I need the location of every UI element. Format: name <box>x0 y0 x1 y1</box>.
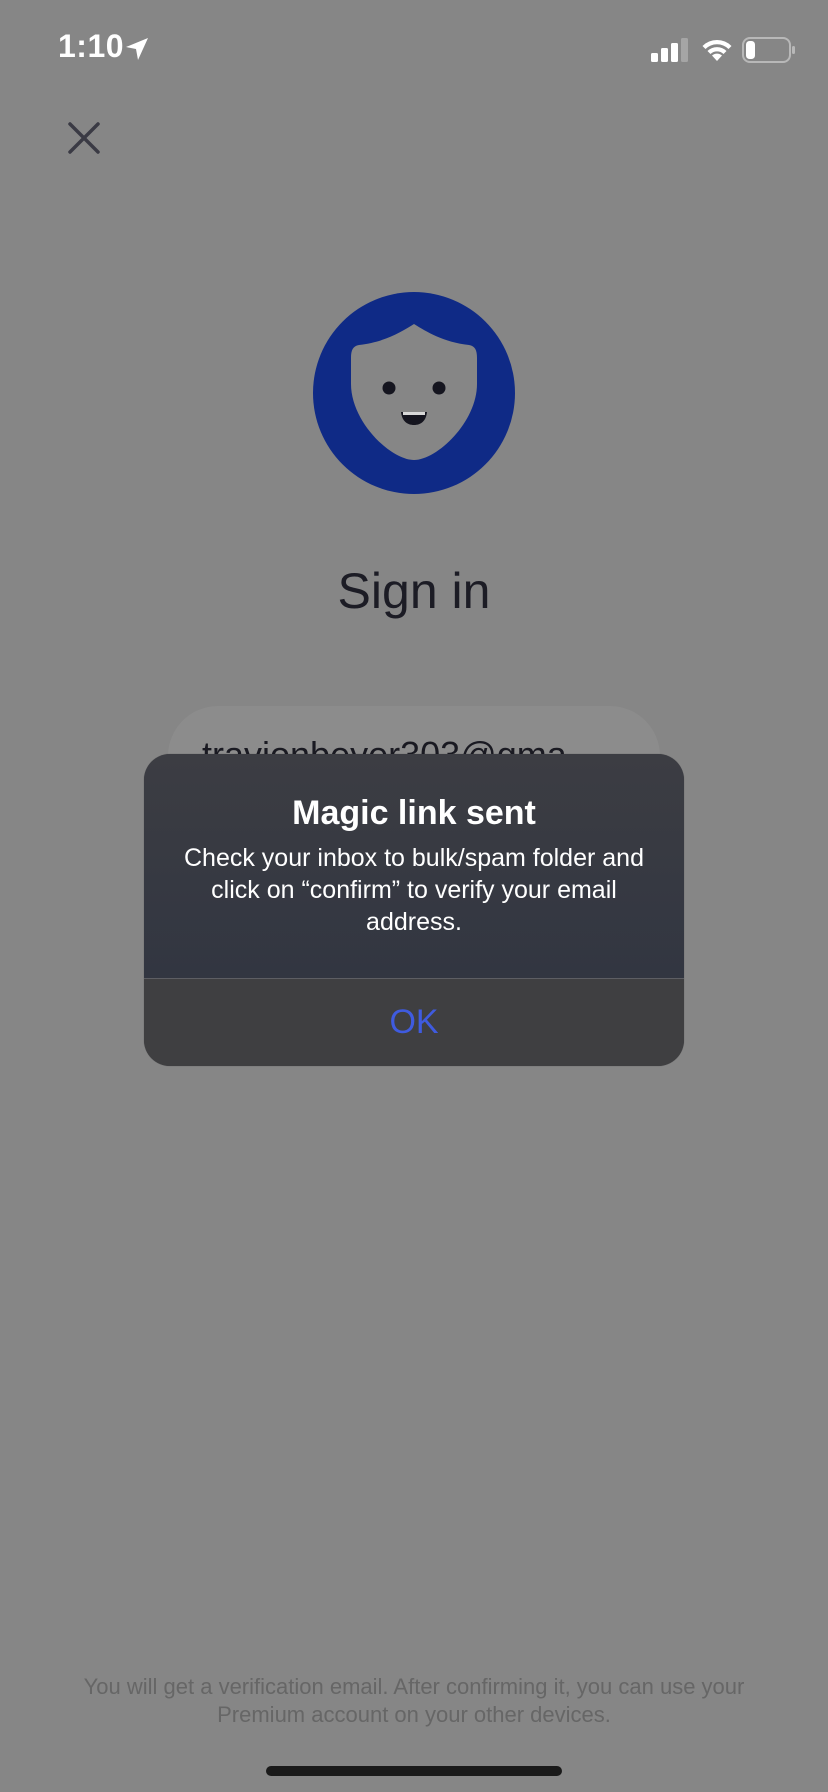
battery-icon <box>742 37 795 63</box>
footer-note: You will get a verification email. After… <box>83 1674 745 1727</box>
ok-button[interactable]: OK <box>144 979 684 1066</box>
home-indicator[interactable] <box>266 1766 562 1776</box>
location-arrow-icon <box>126 38 148 60</box>
status-time: 1:10 <box>58 28 125 64</box>
page-title: Sign in <box>337 563 491 619</box>
alert-message: Check your inbox to bulk/spam folder and… <box>184 844 644 936</box>
alert-title: Magic link sent <box>292 794 536 832</box>
close-icon[interactable] <box>62 116 106 160</box>
magic-link-alert: Magic link sent Check your inbox to bulk… <box>144 754 684 1066</box>
sign-in-screen: 1:10 Sign in You will get a verification… <box>0 0 828 1792</box>
status-bar: 1:10 <box>0 0 828 100</box>
mascot-face-logo <box>313 292 515 494</box>
wifi-icon <box>702 39 732 61</box>
cellular-signal-icon <box>651 38 688 62</box>
alert-content: Magic link sent Check your inbox to bulk… <box>144 754 684 978</box>
